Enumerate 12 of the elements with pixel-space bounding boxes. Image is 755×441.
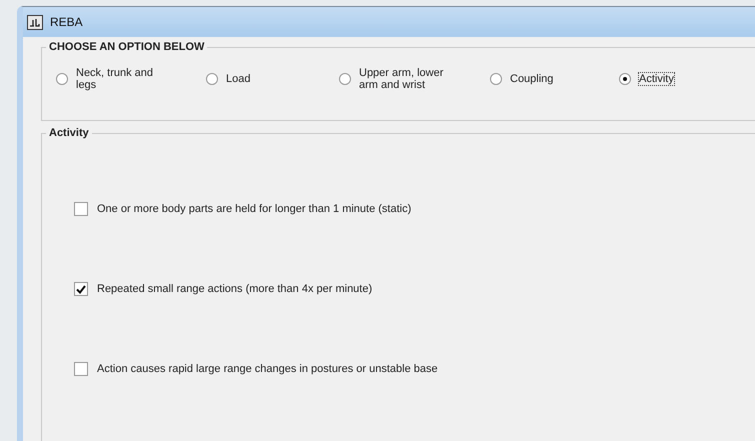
radio-option[interactable]: Coupling — [490, 73, 619, 85]
checkbox-option[interactable]: One or more body parts are held for longer than 1 minute (static) — [74, 202, 755, 216]
radio-option[interactable]: Neck, trunk and legs — [56, 67, 206, 91]
checkbox-option[interactable]: Action causes rapid large range changes in postures or unstable base — [74, 362, 755, 376]
group-title: CHOOSE AN OPTION BELOW — [48, 41, 206, 53]
window-title: REBA — [50, 15, 83, 29]
group-title: Activity — [48, 127, 90, 139]
radio-option[interactable]: Upper arm, lower arm and wrist — [339, 67, 490, 91]
radio-option[interactable]: Activity — [619, 73, 719, 85]
app-icon — [27, 14, 43, 30]
radio-option[interactable]: Load — [206, 73, 339, 85]
checkbox-option[interactable]: Repeated small range actions (more than 4x per minute) — [74, 282, 755, 296]
